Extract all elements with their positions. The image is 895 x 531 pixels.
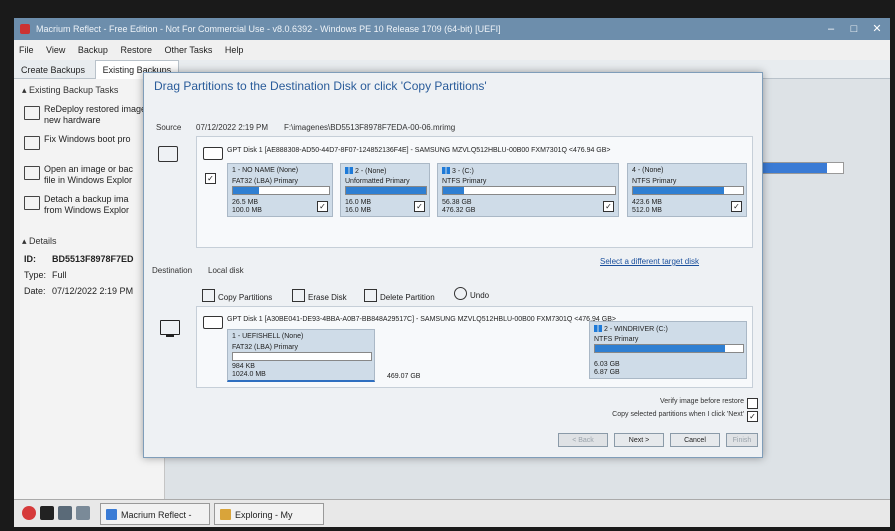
destination-target: Local disk <box>208 266 244 275</box>
menu-backup[interactable]: Backup <box>73 40 113 60</box>
undo-button[interactable]: Undo <box>454 287 489 300</box>
source-disk-panel: GPT Disk 1 [AE888308-AD50-44D7-8F07-1248… <box>196 136 753 248</box>
menu-bar: File View Backup Restore Other Tasks Hel… <box>14 40 890 60</box>
finish-button[interactable]: Finish <box>726 433 758 447</box>
partition-usage-bar <box>232 352 372 361</box>
destination-label: Destination <box>152 266 193 275</box>
verify-label: Verify image before restore <box>659 398 744 405</box>
partition-usage-bar <box>232 186 330 195</box>
dialog-title: Drag Partitions to the Destination Disk … <box>154 79 487 93</box>
menu-file[interactable]: File <box>14 40 39 60</box>
source-partition-4[interactable]: 4 - (None) NTFS Primary 423.6 MB 512.0 M… <box>627 163 747 217</box>
tasks-header[interactable]: ▴ Existing Backup Tasks <box>14 79 164 100</box>
detail-date: Date: 07/12/2022 2:19 PM <box>24 286 134 296</box>
partition-checkbox[interactable]: ✓ <box>603 201 614 212</box>
source-partition-3[interactable]: 3 - (C:) NTFS Primary 56.38 GB 476.32 GB… <box>437 163 619 217</box>
partition-usage-bar <box>442 186 616 195</box>
source-label: Source <box>156 123 182 132</box>
source-date: 07/12/2022 2:19 PM <box>196 123 269 132</box>
partition-checkbox[interactable]: ✓ <box>414 201 425 212</box>
title-bar: Macrium Reflect - Free Edition - Not For… <box>14 18 890 40</box>
copy-partitions-button[interactable]: Copy Partitions <box>202 289 272 302</box>
taskbar-macrium-button[interactable]: Macrium Reflect - Free ... <box>100 503 210 525</box>
macrium-icon <box>106 509 117 520</box>
erase-disk-button[interactable]: Erase Disk <box>292 289 347 302</box>
task-fix-boot[interactable]: Fix Windows boot pro <box>14 130 164 160</box>
menu-help[interactable]: Help <box>220 40 249 60</box>
taskbar-explorer-button[interactable]: Exploring - My Computer <box>214 503 324 525</box>
maximize-button[interactable]: □ <box>843 21 865 37</box>
hard-disk-icon <box>203 316 223 329</box>
power-icon[interactable] <box>22 506 36 520</box>
copy-icon <box>202 289 215 302</box>
destination-partition-1[interactable]: 1 - UEFISHELL (None) FAT32 (LBA) Primary… <box>227 329 375 382</box>
copy-selected-label: Copy selected partitions when I click 'N… <box>612 411 744 418</box>
select-target-disk-link[interactable]: Select a different target disk <box>600 257 699 266</box>
partition-usage-bar <box>345 186 427 195</box>
detail-id: ID: BD5513F8978F7ED <box>24 254 134 264</box>
partition-checkbox[interactable]: ✓ <box>317 201 328 212</box>
redeploy-icon <box>24 106 40 120</box>
eraser-icon <box>292 289 305 302</box>
partition-usage-bar <box>594 344 744 353</box>
cancel-button[interactable]: Cancel <box>670 433 720 447</box>
destination-disk-panel: GPT Disk 1 [A30BE041-DE93-4BBA-A0B7-BB84… <box>196 306 753 388</box>
explorer-icon <box>220 509 231 520</box>
source-partition-2[interactable]: 2 - (None) Unformatted Primary 16.0 MB 1… <box>340 163 430 217</box>
windows-icon <box>345 167 353 174</box>
unallocated-space: 469.07 GB <box>387 373 421 380</box>
windows-icon <box>594 325 602 332</box>
task-open-image[interactable]: Open an image or bac file in Windows Exp… <box>14 160 164 190</box>
source-path: F:\imagenes\BD5513F8978F7EDA-00-06.mrimg <box>284 123 456 132</box>
menu-view[interactable]: View <box>41 40 70 60</box>
hard-disk-icon <box>203 147 223 160</box>
next-button[interactable]: Next > <box>614 433 664 447</box>
window-title: Macrium Reflect - Free Edition - Not For… <box>36 24 501 34</box>
restore-dialog: Drag Partitions to the Destination Disk … <box>143 72 763 458</box>
source-disk-icon <box>158 146 178 162</box>
partition-checkbox[interactable]: ✓ <box>731 201 742 212</box>
delete-partition-button[interactable]: Delete Partition <box>364 289 435 302</box>
detach-image-icon <box>24 196 40 210</box>
camera-icon[interactable] <box>76 506 90 520</box>
source-disk-info: GPT Disk 1 [AE888308-AD50-44D7-8F07-1248… <box>227 147 611 154</box>
command-prompt-icon[interactable] <box>40 506 54 520</box>
source-disk-checkbox[interactable]: ✓ <box>205 173 216 184</box>
detail-type: Type: Full <box>24 270 67 280</box>
task-detach-image[interactable]: Detach a backup ima from Windows Explor <box>14 190 164 220</box>
task-redeploy[interactable]: ReDeploy restored image to new hardware <box>14 100 164 130</box>
menu-restore[interactable]: Restore <box>115 40 157 60</box>
details-header[interactable]: ▴ Details <box>14 230 164 251</box>
minimize-button[interactable]: – <box>820 21 842 37</box>
partition-usage-bar <box>632 186 744 195</box>
copy-selected-checkbox[interactable]: ✓ <box>747 411 758 422</box>
windows-icon <box>442 167 450 174</box>
verify-checkbox[interactable] <box>747 398 758 409</box>
taskbar: Macrium Reflect - Free ... Exploring - M… <box>14 499 890 527</box>
menu-other-tasks[interactable]: Other Tasks <box>159 40 217 60</box>
screen: Macrium Reflect - Free Edition - Not For… <box>14 18 890 527</box>
source-partition-1[interactable]: 1 - NO NAME (None) FAT32 (LBA) Primary 2… <box>227 163 333 217</box>
tab-create-backups[interactable]: Create Backups <box>14 61 92 79</box>
keyboard-icon[interactable] <box>58 506 72 520</box>
open-image-icon <box>24 166 40 180</box>
destination-disk-info: GPT Disk 1 [A30BE041-DE93-4BBA-A0B7-BB84… <box>227 316 616 323</box>
delete-icon <box>364 289 377 302</box>
back-button[interactable]: < Back <box>558 433 608 447</box>
close-button[interactable]: ✕ <box>866 21 888 37</box>
app-icon <box>20 24 30 34</box>
destination-partition-2[interactable]: 2 - WINDRIVER (C:) NTFS Primary 6.03 GB … <box>589 321 747 379</box>
fix-boot-icon <box>24 136 40 150</box>
undo-icon <box>454 287 467 300</box>
monitor-icon <box>160 320 180 337</box>
